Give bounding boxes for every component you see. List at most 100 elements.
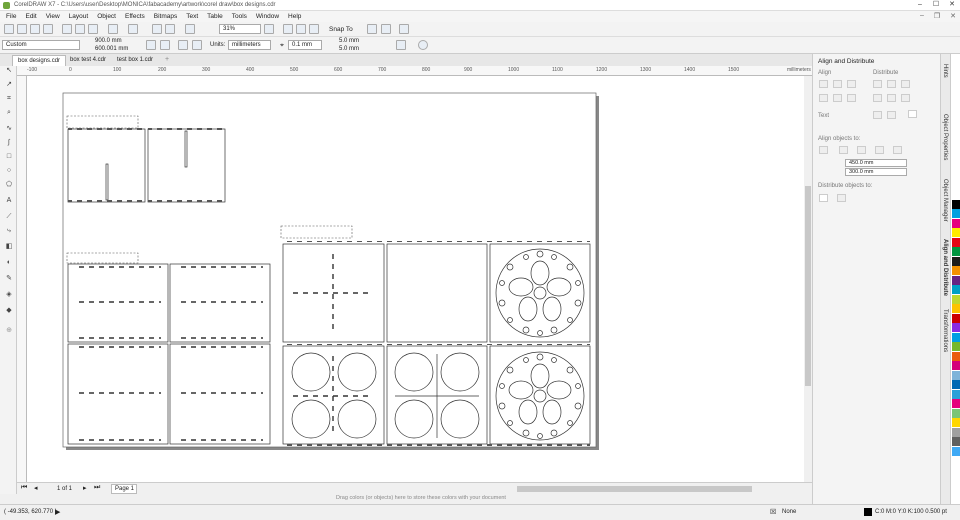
color-swatch[interactable] [952,228,960,237]
horizontal-scrollbar[interactable] [517,486,752,492]
menu-tools[interactable]: Tools [232,13,247,20]
new-icon[interactable] [4,24,14,34]
menu-table[interactable]: Table [207,13,223,20]
color-swatch[interactable] [952,323,960,332]
corel-connect-icon[interactable] [185,24,195,34]
distribute-bottom-button[interactable] [901,94,910,102]
pick-tool-icon[interactable]: ↖ [4,66,14,75]
edit-bleed-icon[interactable] [396,40,406,50]
tab-hints[interactable]: Hints [942,64,948,78]
options-icon[interactable] [367,24,377,34]
minimize-button[interactable]: – [912,0,928,11]
color-swatch[interactable] [952,237,960,247]
open-icon[interactable] [17,24,27,34]
color-swatch[interactable] [952,342,960,351]
zoom-tool-icon[interactable]: ⌕ [4,108,14,117]
maximize-button[interactable]: ☐ [928,0,944,11]
tab-box-designs[interactable]: box designs.cdr [12,55,67,66]
align-bottom-button[interactable] [847,94,856,102]
distribute-middle-button[interactable] [887,94,896,102]
color-swatch[interactable] [952,266,960,275]
text-last-line-button[interactable] [887,111,896,119]
redo-icon[interactable] [128,24,138,34]
add-tool-icon[interactable]: ⊕ [4,326,14,335]
menu-effects[interactable]: Effects [125,13,145,20]
play-icon[interactable]: ▶ [55,508,60,516]
document-palette[interactable]: Drag colors (or objects) here to store t… [0,494,812,504]
align-top-button[interactable] [819,94,828,102]
vertical-ruler[interactable] [17,76,27,482]
copy-icon[interactable] [75,24,85,34]
doc-close-icon[interactable]: ✕ [950,12,956,20]
color-swatch[interactable] [952,313,960,323]
doc-restore-icon[interactable]: ❐ [934,12,940,20]
portrait-icon[interactable] [146,40,156,50]
distribute-center-button[interactable] [887,80,896,88]
align-center-v-button[interactable] [833,94,842,102]
paste-icon[interactable] [88,24,98,34]
drop-shadow-icon[interactable]: ◧ [4,242,14,251]
units-select[interactable]: millimeters [228,40,271,50]
menu-edit[interactable]: Edit [25,13,36,20]
page-height-field[interactable]: 600.001 mm [92,45,140,53]
menu-window[interactable]: Window [256,13,279,20]
tab-test-box-1[interactable]: test box 1.cdr [112,55,158,66]
color-swatch[interactable] [952,209,960,218]
freehand-tool-icon[interactable]: ∿ [4,124,14,133]
align-specified-point-button[interactable] [893,146,902,154]
color-swatch[interactable] [952,370,960,380]
text-tool-icon[interactable]: A [4,196,14,205]
tab-transformations[interactable]: Transformations [942,309,948,352]
color-swatch[interactable] [952,427,960,437]
zoom-tool-icon[interactable] [264,24,274,34]
landscape-icon[interactable] [160,40,170,50]
all-pages-icon[interactable] [178,40,188,50]
import-icon[interactable] [152,24,162,34]
align-center-h-button[interactable] [833,80,842,88]
nudge-distance-field[interactable]: 0.1 mm [288,40,322,50]
color-swatch[interactable] [952,304,960,313]
align-grid-button[interactable] [875,146,884,154]
parallel-dimension-icon[interactable]: ⟋ [4,212,14,221]
cut-icon[interactable] [62,24,72,34]
scroll-thumb[interactable] [805,186,811,386]
application-launcher-icon[interactable] [381,24,391,34]
vertical-scrollbar[interactable] [804,76,812,482]
current-page-icon[interactable] [192,40,202,50]
welcome-icon[interactable] [399,24,409,34]
prev-page-icon[interactable]: ◂ [34,484,38,492]
color-swatch[interactable] [952,285,960,294]
align-left-button[interactable] [819,80,828,88]
color-swatch[interactable] [952,199,960,209]
drawing-canvas[interactable] [27,76,804,482]
smart-fill-icon[interactable]: ◆ [4,306,14,315]
ellipse-tool-icon[interactable]: ○ [4,166,14,175]
color-swatch[interactable] [952,294,960,304]
menu-text[interactable]: Text [186,13,198,20]
tab-object-manager[interactable]: Object Manager [942,179,948,222]
undo-icon[interactable] [108,24,118,34]
artistic-media-icon[interactable]: ∫ [4,138,14,147]
color-swatch[interactable] [952,275,960,285]
interactive-fill-icon[interactable]: ◈ [4,290,14,299]
distribute-top-button[interactable] [873,94,882,102]
zoom-level-field[interactable]: 31% [219,24,261,34]
tab-object-properties[interactable]: Object Properties [942,114,948,160]
snap-to-dropdown[interactable]: Snap To [329,26,353,33]
distribute-right-button[interactable] [901,80,910,88]
text-first-line-button[interactable] [873,111,882,119]
align-x-field[interactable]: 450.0 mm [845,159,907,167]
align-active-object-button[interactable] [819,146,828,154]
color-swatch[interactable] [952,351,960,361]
last-page-icon[interactable]: ⏭ [94,484,100,492]
grid-icon[interactable] [309,24,319,34]
shape-tool-icon[interactable]: ↗ [4,80,14,89]
color-eyedropper-icon[interactable]: ✎ [4,274,14,283]
duplicate-distance-x[interactable]: 5.0 mm [336,37,376,45]
text-bbox-button[interactable] [908,110,917,118]
color-swatch[interactable] [952,380,960,389]
color-swatch[interactable] [952,361,960,370]
color-swatch[interactable] [952,408,960,418]
color-swatch[interactable] [952,190,960,199]
new-tab-icon[interactable]: + [165,56,169,63]
